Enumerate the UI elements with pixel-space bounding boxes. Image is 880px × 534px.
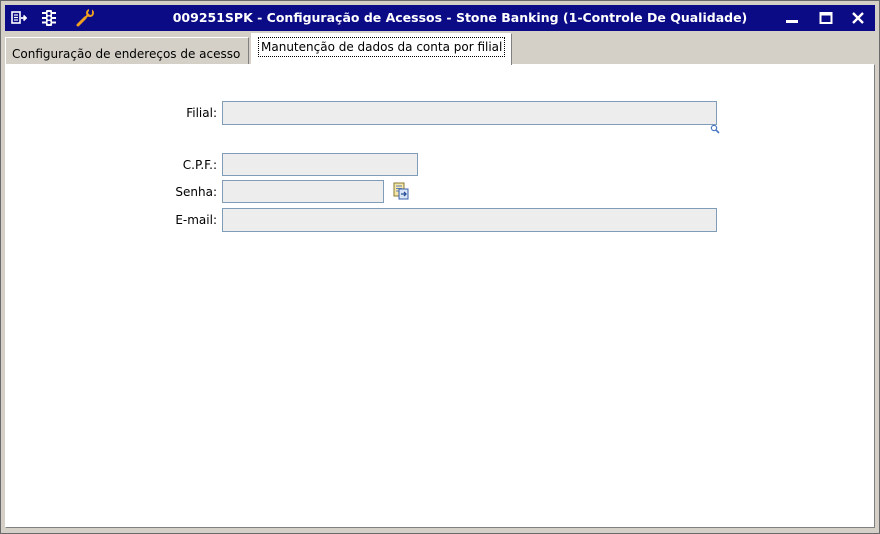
tab-strip: Configuração de endereços de acesso Manu…	[5, 31, 875, 65]
title-bar[interactable]: 009251SPK - Configuração de Acessos - St…	[5, 5, 875, 31]
maximize-icon[interactable]	[815, 8, 837, 28]
email-input[interactable]	[222, 208, 717, 232]
tab-configuracao-enderecos[interactable]: Configuração de endereços de acesso	[5, 37, 249, 65]
email-label: E-mail:	[175, 213, 217, 227]
cpf-input[interactable]	[222, 153, 418, 176]
generate-password-icon[interactable]	[391, 181, 411, 201]
tab-label: Configuração de endereços de acesso	[12, 47, 241, 61]
senha-label: Senha:	[175, 185, 217, 199]
tab-label: Manutenção de dados da conta por filial	[258, 37, 506, 57]
cpf-label: C.P.F.:	[182, 158, 217, 172]
filial-input[interactable]	[222, 101, 717, 125]
traffic-light-icon[interactable]	[39, 8, 59, 28]
close-icon[interactable]	[847, 8, 869, 28]
filial-label: Filial:	[186, 106, 217, 120]
window-title: 009251SPK - Configuração de Acessos - St…	[172, 10, 748, 25]
form-panel: Filial: C.P.F.: Senha: E-mail:	[5, 64, 875, 528]
exit-icon[interactable]	[9, 8, 29, 28]
app-window: 009251SPK - Configuração de Acessos - St…	[0, 0, 880, 534]
minimize-icon[interactable]	[781, 8, 803, 28]
wrench-icon[interactable]	[75, 8, 95, 28]
magnifier-icon[interactable]	[710, 119, 720, 134]
tab-manutencao-dados[interactable]: Manutenção de dados da conta por filial	[251, 33, 512, 65]
senha-input[interactable]	[222, 180, 384, 203]
